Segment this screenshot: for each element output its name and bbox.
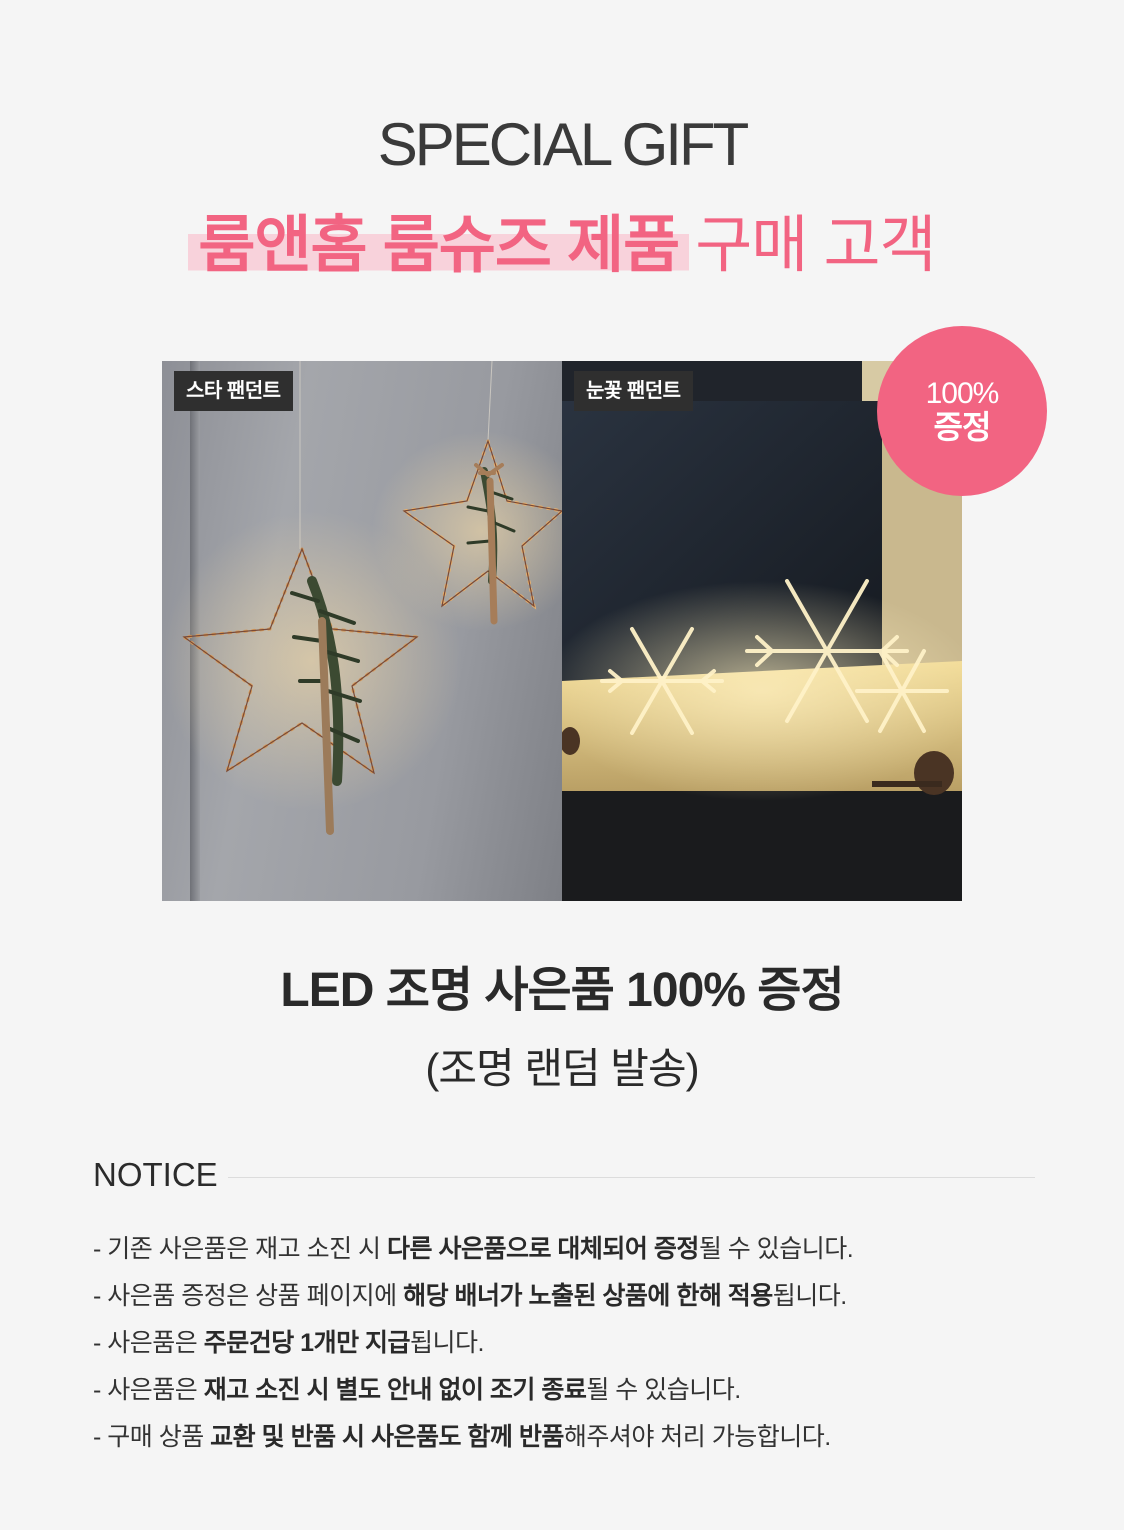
special-gift-banner: SPECIAL GIFT 룸앤홈 룸슈즈 제품 구매 고객 스타 팬던트 눈꽃 … [0, 0, 1124, 1530]
notice-title: NOTICE [93, 1156, 218, 1193]
gift-badge: 100% 증정 [877, 326, 1047, 496]
notice-item-text: 될 수 있습니다. [698, 1235, 854, 1263]
headline-rest: 구매 고객 [695, 211, 936, 280]
notice-item-emphasis: 교환 및 반품 시 사은품도 함께 반품 [210, 1423, 564, 1451]
notice-item-emphasis: 다른 사은품으로 대체되어 증정 [387, 1235, 699, 1263]
notice-item-text: - 사은품은 [93, 1329, 204, 1357]
notice-item: - 기존 사은품은 재고 소진 시 다른 사은품으로 대체되어 증정될 수 있습… [93, 1226, 1053, 1273]
headline: 룸앤홈 룸슈즈 제품 구매 고객 [0, 211, 1124, 281]
badge-label: 증정 [933, 408, 992, 445]
notice-item-text: 해주셔야 처리 가능합니다. [563, 1423, 831, 1451]
headline-highlight: 룸앤홈 룸슈즈 제품 [188, 211, 690, 281]
eyebrow-title: SPECIAL GIFT [377, 111, 750, 178]
notice-divider [227, 1176, 1035, 1178]
notice-item: - 사은품은 주문건당 1개만 지급됩니다. [93, 1320, 1053, 1367]
gift-subtitle: (조명 랜덤 발송) [425, 1045, 699, 1092]
notice-item-text: 됩니다. [772, 1282, 847, 1310]
notice-item: - 구매 상품 교환 및 반품 시 사은품도 함께 반품해주셔야 처리 가능합니… [93, 1414, 1053, 1461]
star-pendant-tag: 스타 팬던트 [174, 371, 293, 411]
star-pendant-photo: 스타 팬던트 [162, 361, 562, 901]
notice-header: NOTICE [93, 1156, 1035, 1194]
notice-item-emphasis: 주문건당 1개만 지급 [203, 1329, 411, 1357]
notice-item-text: - 기존 사은품은 재고 소진 시 [93, 1235, 388, 1263]
notice-item-text: - 사은품 증정은 상품 페이지에 [93, 1282, 404, 1310]
product-photos: 스타 팬던트 눈꽃 팬던트 [162, 361, 962, 901]
notice-item-emphasis: 재고 소진 시 별도 안내 없이 조기 종료 [203, 1376, 587, 1404]
notice-list: - 기존 사은품은 재고 소진 시 다른 사은품으로 대체되어 증정될 수 있습… [93, 1226, 1053, 1461]
badge-percent: 100% [925, 376, 1000, 410]
snowflake-pendant-tag: 눈꽃 팬던트 [574, 371, 693, 411]
notice-item-text: 됩니다. [410, 1329, 484, 1357]
gift-title: LED 조명 사은품 100% 증정 [280, 964, 844, 1017]
notice-item: - 사은품 증정은 상품 페이지에 해당 배너가 노출된 상품에 한해 적용됩니… [93, 1273, 1053, 1320]
notice-item: - 사은품은 재고 소진 시 별도 안내 없이 조기 종료될 수 있습니다. [93, 1367, 1053, 1414]
notice-item-emphasis: 해당 배너가 노출된 상품에 한해 적용 [403, 1282, 773, 1310]
notice-item-text: - 구매 상품 [93, 1423, 211, 1451]
notice-item-text: - 사은품은 [93, 1376, 204, 1404]
notice-item-text: 될 수 있습니다. [586, 1376, 741, 1404]
star-pendant-illustration [162, 361, 562, 835]
